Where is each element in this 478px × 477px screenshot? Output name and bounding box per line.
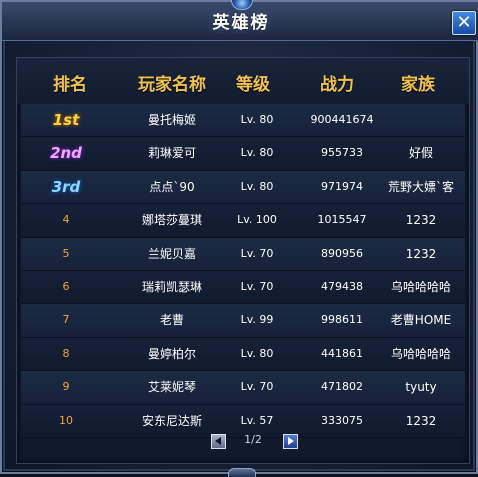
player-level: Lv. 80 (240, 179, 274, 193)
player-name: 莉琳爱可 (147, 146, 196, 161)
prev-page-button[interactable] (211, 434, 226, 449)
player-power: 955733 (321, 146, 363, 160)
ranking-rows: 1st 曼托梅姬 Lv. 80 900441674 2nd 莉琳爱可 Lv. 8… (21, 104, 465, 438)
ranking-panel: 排名 玩家名称 等级 战力 家族 1st 曼托梅姬 Lv. 80 9004416… (16, 57, 470, 464)
rank-number: 4 (62, 213, 70, 227)
column-header-power: 战力 (320, 75, 354, 95)
player-power: 1015547 (317, 213, 367, 227)
table-row[interactable]: 3rd 点点`90 Lv. 80 971974 荒野大嫖`客 (21, 170, 465, 205)
player-name: 曼托梅姬 (147, 113, 196, 127)
player-level: Lv. 80 (240, 146, 274, 160)
player-name: 曼婷柏尔 (147, 346, 196, 361)
player-family: tyuty (405, 380, 437, 395)
player-power: 900441674 (310, 113, 374, 126)
rank-badge-first: 1st (52, 111, 80, 129)
player-family (381, 104, 461, 136)
rank-number: 5 (62, 246, 70, 260)
player-name: 兰妮贝嘉 (147, 246, 196, 261)
column-header-family: 家族 (401, 75, 435, 95)
player-level: Lv. 100 (237, 213, 277, 227)
next-page-button[interactable] (283, 434, 298, 449)
player-name: 瑞莉凯瑟琳 (141, 279, 202, 294)
player-family: 乌哈哈哈哈 (390, 279, 451, 294)
table-row[interactable]: 9 艾莱妮琴 Lv. 70 471802 tyuty (21, 371, 465, 405)
rank-badge-third: 3rd (51, 177, 81, 196)
player-family: 1232 (405, 213, 437, 228)
player-name: 艾莱妮琴 (147, 380, 196, 395)
player-level: Lv. 70 (240, 246, 274, 260)
table-row[interactable]: 8 曼婷柏尔 Lv. 80 441861 乌哈哈哈哈 (21, 337, 465, 372)
column-header-level: 等级 (236, 75, 270, 95)
rank-badge-second: 2nd (50, 144, 82, 163)
table-row[interactable]: 7 老曹 Lv. 99 998611 老曹HOME (21, 304, 465, 338)
column-header-rank: 排名 (53, 75, 87, 95)
table-row[interactable]: 6 瑞莉凯瑟琳 Lv. 70 479438 乌哈哈哈哈 (21, 270, 465, 305)
close-icon: ✕ (456, 12, 472, 33)
player-power: 471802 (321, 380, 363, 394)
rank-number: 7 (62, 313, 70, 327)
player-level: Lv. 80 (240, 113, 274, 126)
title-bar: 英雄榜 ✕ (2, 0, 478, 41)
rank-number: 8 (62, 346, 70, 360)
player-power: 441861 (321, 346, 363, 360)
player-power: 890956 (321, 246, 363, 260)
rank-number: 6 (62, 279, 70, 293)
bottom-ornament (228, 468, 256, 477)
table-row[interactable]: 1st 曼托梅姬 Lv. 80 900441674 (21, 104, 465, 138)
leaderboard-window: 英雄榜 ✕ 排名 玩家名称 等级 战力 家族 1st 曼托梅姬 Lv. 80 9… (0, 0, 478, 477)
close-button[interactable]: ✕ (452, 11, 476, 35)
player-level: Lv. 99 (240, 313, 274, 327)
table-row[interactable]: 4 娜塔莎蔓琪 Lv. 100 1015547 1232 (21, 204, 465, 238)
player-name: 老曹 (159, 313, 184, 328)
player-family: 1232 (405, 246, 437, 261)
pagination: 1/2 (17, 430, 469, 456)
column-header-player-name: 玩家名称 (138, 75, 206, 95)
player-level: Lv. 70 (240, 279, 274, 293)
player-name: 点点`90 (149, 179, 195, 194)
table-header: 排名 玩家名称 等级 战力 家族 (17, 58, 469, 104)
player-power: 971974 (321, 179, 363, 193)
window-title: 英雄榜 (212, 13, 270, 33)
player-level: Lv. 70 (240, 380, 274, 394)
player-level: Lv. 80 (240, 346, 274, 360)
table-row[interactable]: 5 兰妮贝嘉 Lv. 70 890956 1232 (21, 237, 465, 271)
player-family: 老曹HOME (390, 313, 452, 328)
player-family: 乌哈哈哈哈 (390, 346, 451, 361)
page-indicator: 1/2 (244, 433, 262, 446)
player-power: 998611 (321, 313, 363, 327)
player-power: 479438 (321, 279, 363, 293)
player-family: 荒野大嫖`客 (387, 179, 454, 194)
prev-page-icon (215, 437, 221, 445)
player-name: 娜塔莎蔓琪 (141, 213, 202, 228)
next-page-icon (288, 437, 294, 445)
rank-number: 9 (62, 380, 70, 394)
table-row[interactable]: 2nd 莉琳爱可 Lv. 80 955733 好假 (21, 137, 465, 171)
player-family: 好假 (408, 146, 433, 161)
